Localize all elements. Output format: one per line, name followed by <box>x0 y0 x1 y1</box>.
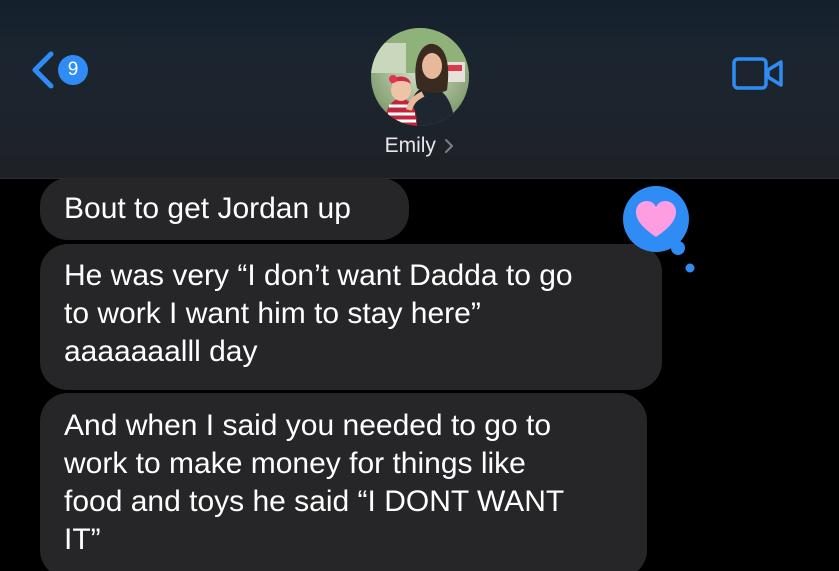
message-bubble[interactable]: Bout to get Jordan up <box>40 178 409 240</box>
video-camera-icon <box>732 57 784 96</box>
conversation-header: 9 Emily <box>0 0 839 179</box>
heart-reaction-tapback[interactable] <box>618 185 698 275</box>
conversation-screen: 9 Emily Bout to get Jordan up He was ver… <box>0 0 839 571</box>
unread-count-badge: 9 <box>58 55 88 85</box>
message-bubble[interactable]: He was very “I don’t want Dadda to go to… <box>40 244 662 390</box>
chevron-left-icon <box>30 50 56 90</box>
video-call-button[interactable] <box>732 56 784 97</box>
back-button[interactable]: 9 <box>30 50 88 90</box>
contact-name-button[interactable]: Emily <box>0 134 839 158</box>
contact-name: Emily <box>384 134 436 157</box>
message-bubble[interactable]: And when I said you needed to go to work… <box>40 393 647 571</box>
chevron-right-icon <box>444 138 454 154</box>
avatar[interactable] <box>371 28 469 126</box>
